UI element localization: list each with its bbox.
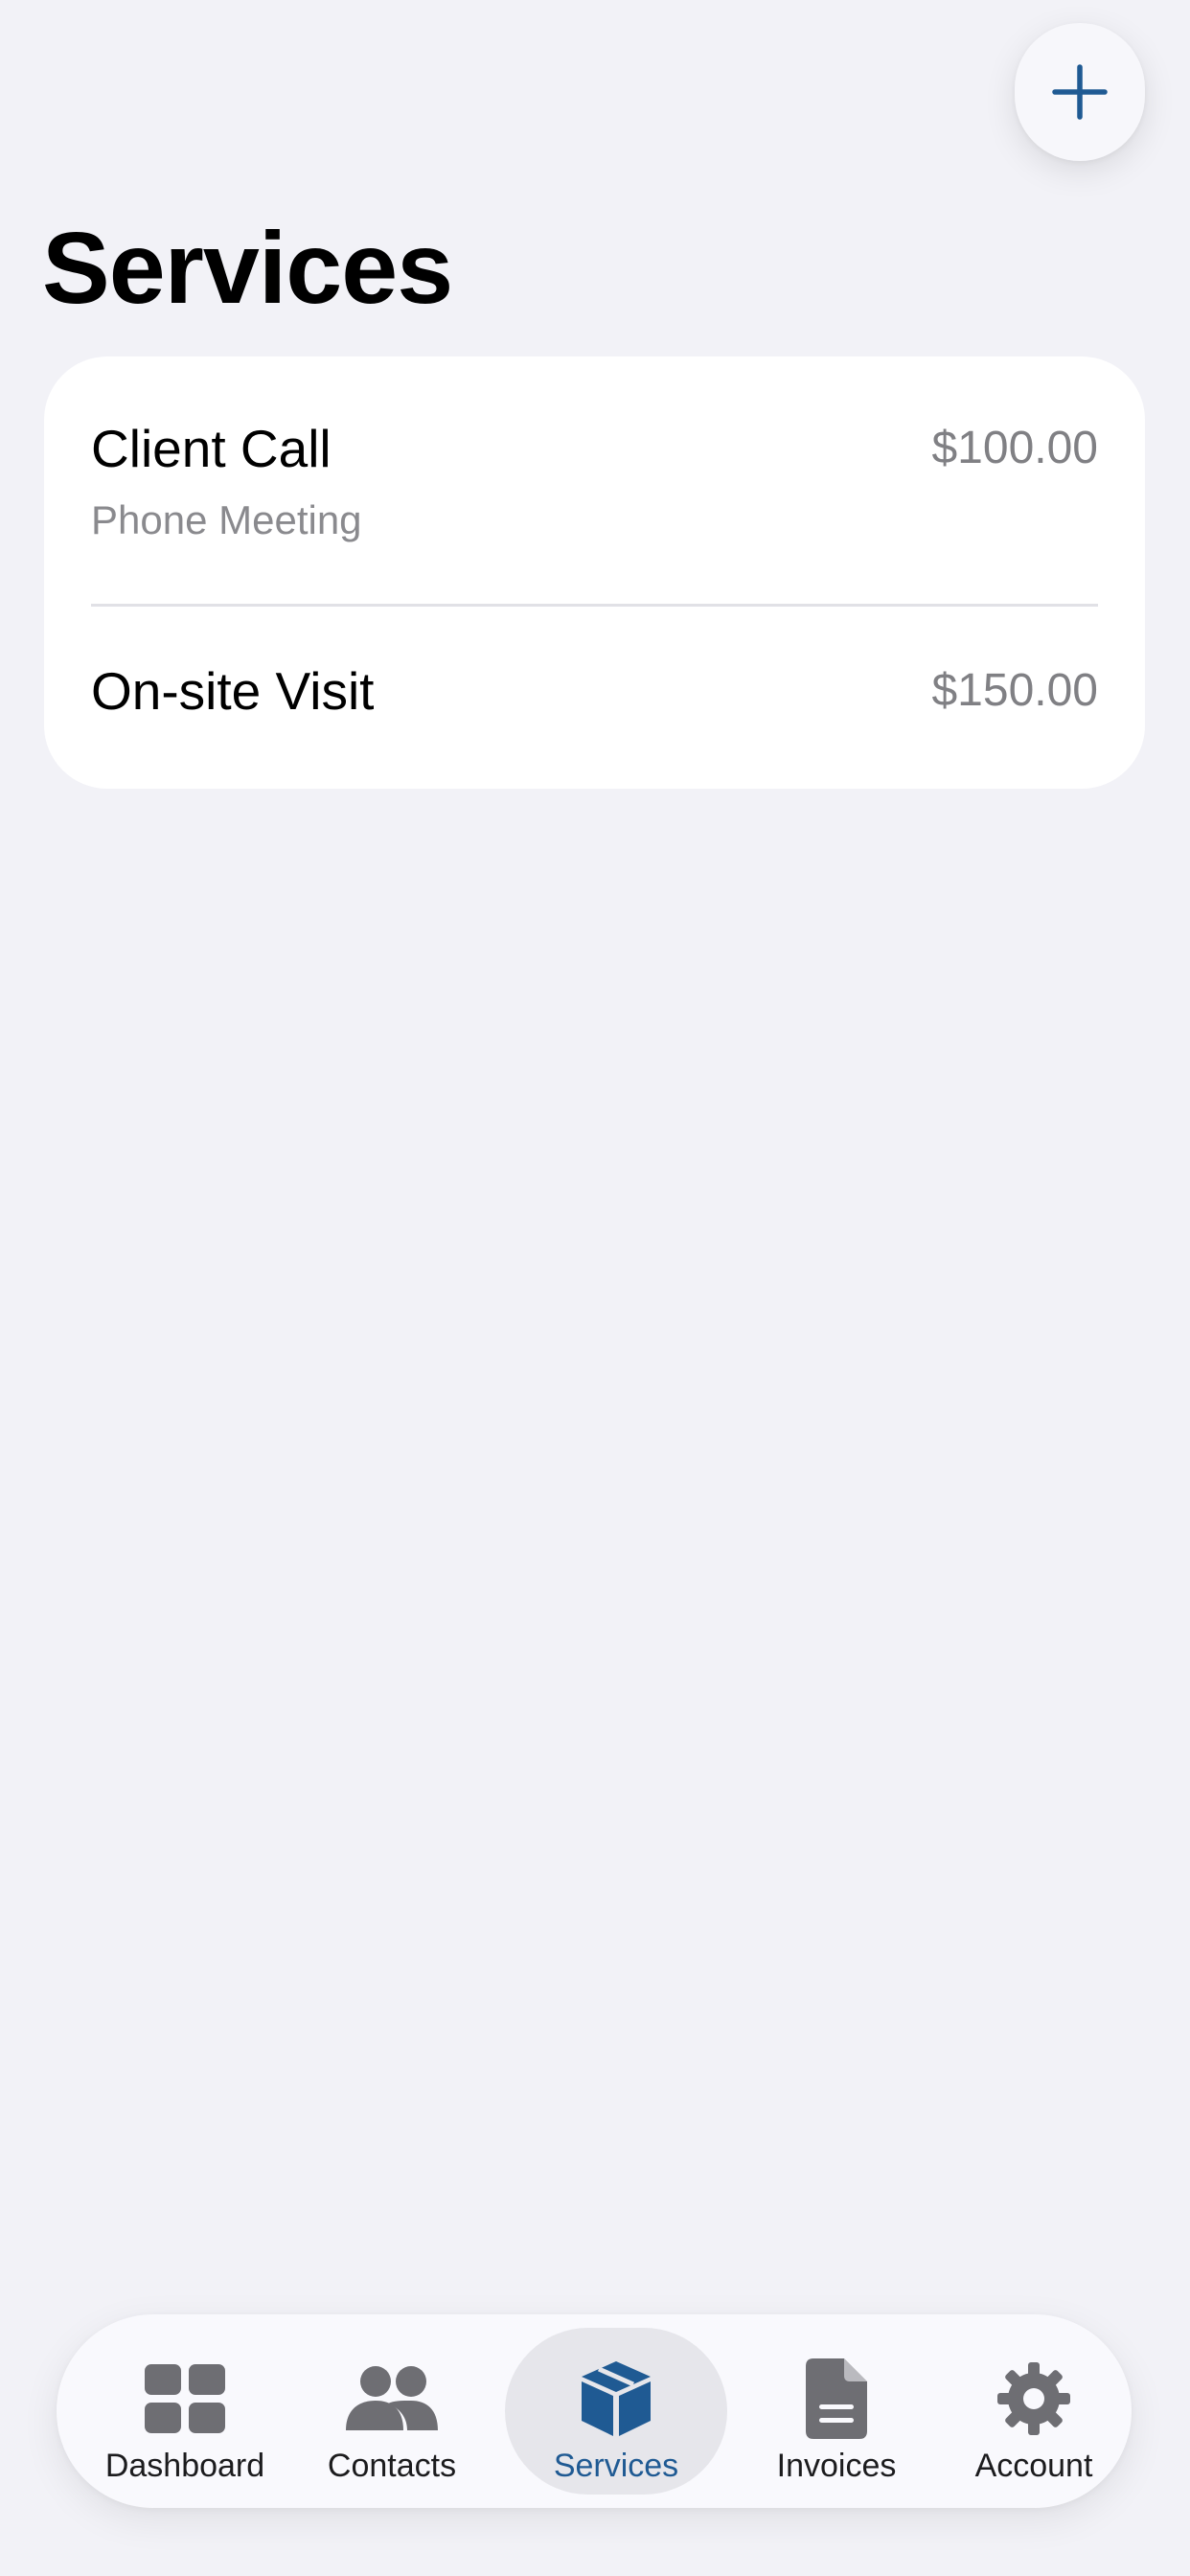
service-row-on-site-visit[interactable]: On-site Visit $150.00 (44, 607, 1145, 789)
service-price: $150.00 (931, 665, 1098, 716)
gear-icon (996, 2362, 1071, 2435)
people-icon (344, 2362, 440, 2435)
service-title: On-site Visit (91, 661, 375, 721)
tab-label: Services (553, 2448, 679, 2484)
tab-label: Dashboard (104, 2448, 265, 2484)
grid-icon (145, 2362, 225, 2435)
plus-icon (1051, 63, 1109, 121)
tab-dashboard[interactable]: Dashboard (93, 2328, 277, 2495)
tab-invoices[interactable]: Invoices (744, 2328, 928, 2495)
tab-label: Contacts (327, 2448, 457, 2484)
tab-label: Invoices (776, 2448, 897, 2484)
service-subtitle: Phone Meeting (91, 497, 362, 542)
tab-bar: Dashboard Contacts Services Invoices Acc… (57, 2314, 1132, 2508)
tab-account[interactable]: Account (942, 2328, 1126, 2495)
tab-contacts[interactable]: Contacts (300, 2328, 484, 2495)
add-service-button[interactable] (1015, 23, 1145, 161)
box-icon (580, 2361, 652, 2436)
document-icon (806, 2358, 867, 2439)
page-title: Services (42, 212, 453, 325)
services-list: Client Call Phone Meeting $100.00 On-sit… (44, 356, 1145, 789)
service-row-client-call[interactable]: Client Call Phone Meeting $100.00 (44, 356, 1145, 606)
service-price: $100.00 (931, 423, 1098, 473)
service-title: Client Call (91, 419, 332, 478)
tab-services[interactable]: Services (505, 2328, 727, 2495)
tab-label: Account (974, 2448, 1093, 2484)
